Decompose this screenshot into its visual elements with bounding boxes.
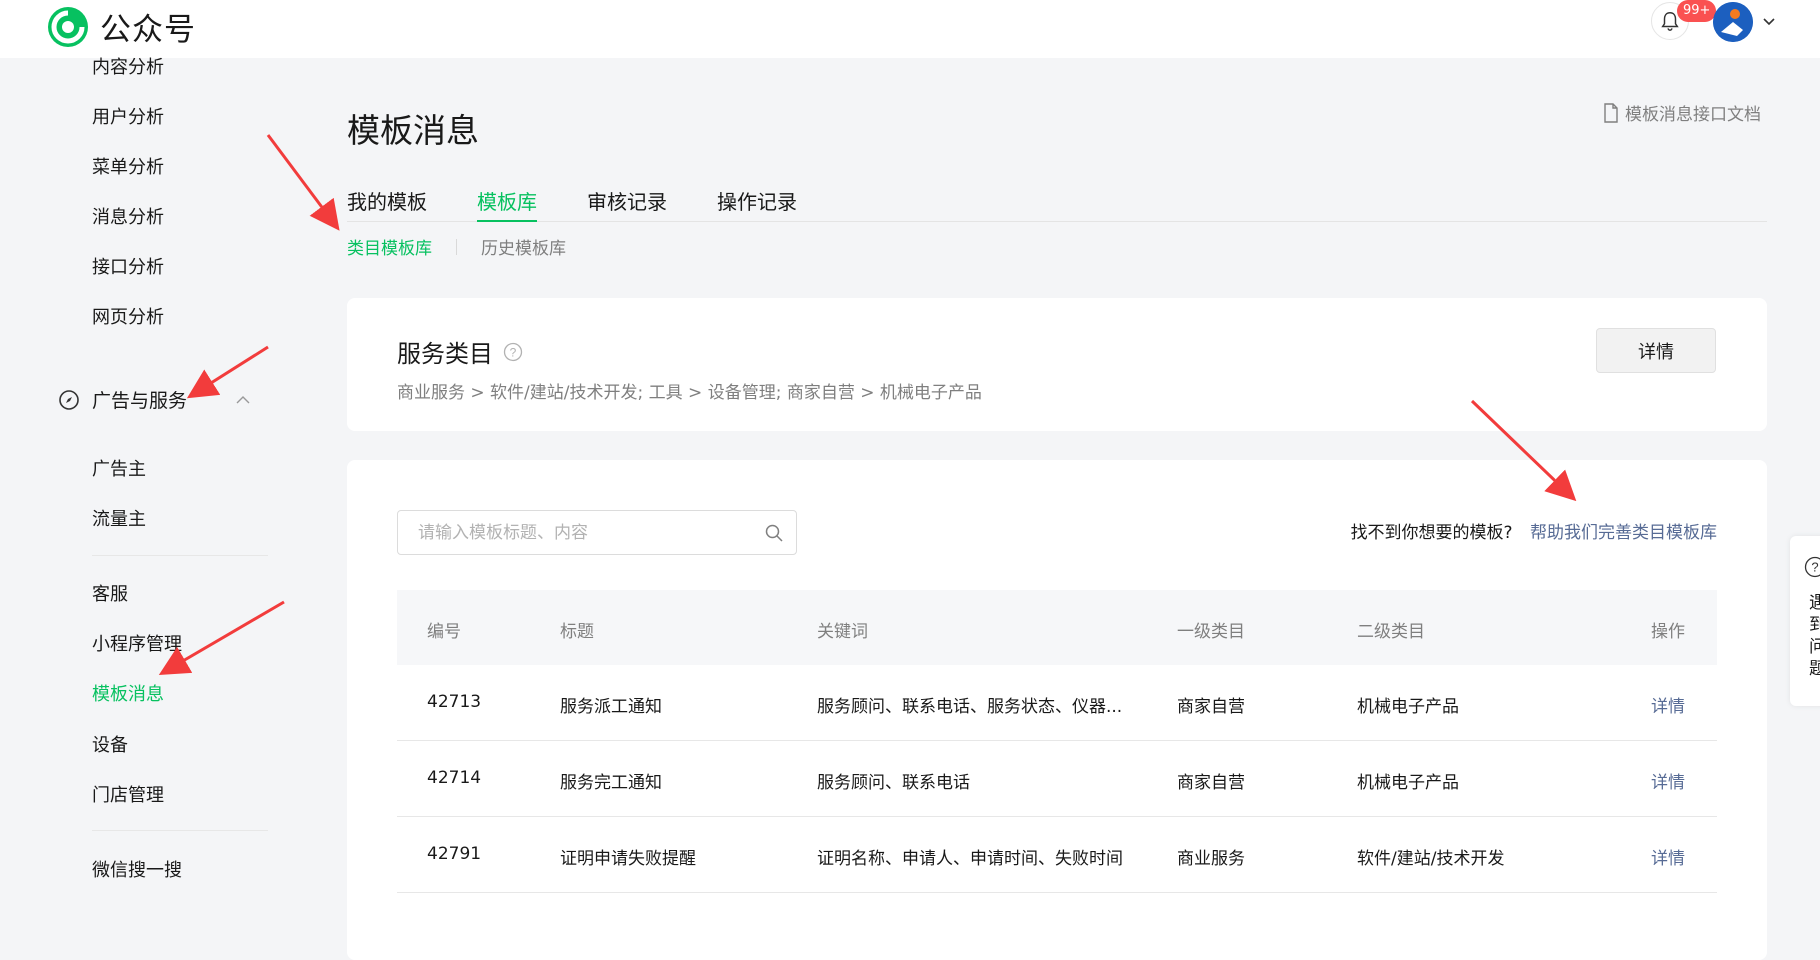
service-detail-button[interactable]: 详情 — [1596, 328, 1716, 373]
floating-help-text: 遇到问题 — [1809, 592, 1820, 680]
page-title: 模板消息 — [347, 104, 479, 152]
doc-link-label: 模板消息接口文档 — [1625, 100, 1761, 125]
subtab-divider — [456, 239, 457, 255]
sidebar-item-template-message[interactable]: 模板消息 — [92, 680, 164, 706]
avatar-image-icon — [1713, 2, 1753, 42]
sidebar-item-miniprogram[interactable]: 小程序管理 — [92, 630, 182, 656]
table-row: 42713 服务派工通知 服务顾问、联系电话、服务状态、仪器... 商家自营 机… — [397, 665, 1717, 741]
sidebar-item-webpage-analysis[interactable]: 网页分析 — [92, 303, 164, 329]
svg-text:?: ? — [510, 345, 517, 359]
help-question: 找不到你想要的模板? — [1351, 523, 1513, 543]
tab-bar: 我的模板 模板库 审核记录 操作记录 — [347, 186, 1767, 222]
logo-text: 公众号 — [100, 4, 196, 49]
sidebar-item-publisher[interactable]: 流量主 — [92, 505, 146, 531]
sidebar: 内容分析 用户分析 菜单分析 消息分析 接口分析 网页分析 广告与服务 广告主 … — [0, 58, 300, 890]
table-row: 42714 服务完工通知 服务顾问、联系电话 商家自营 机械电子产品 详情 — [397, 741, 1717, 817]
tab-my-templates[interactable]: 我的模板 — [347, 186, 427, 222]
top-bar: 公众号 99+ — [0, 0, 1820, 58]
tab-operation-records[interactable]: 操作记录 — [717, 186, 797, 222]
sidebar-item-content-analysis[interactable]: 内容分析 — [92, 53, 164, 79]
cell-id: 42713 — [427, 692, 481, 712]
cell-keywords: 证明名称、申请人、申请时间、失败时间 — [817, 844, 1123, 869]
sidebar-item-menu-analysis[interactable]: 菜单分析 — [92, 153, 164, 179]
cell-category1: 商家自营 — [1177, 692, 1245, 717]
search-icon[interactable] — [764, 523, 784, 543]
sidebar-divider — [92, 830, 268, 831]
avatar[interactable] — [1713, 2, 1753, 42]
chevron-up-icon — [235, 395, 251, 405]
cell-category1: 商业服务 — [1177, 844, 1245, 869]
sidebar-divider — [92, 555, 268, 556]
search-input[interactable] — [418, 511, 748, 554]
sidebar-item-device[interactable]: 设备 — [92, 731, 128, 757]
cell-id: 42791 — [427, 844, 481, 864]
sidebar-item-customer-service[interactable]: 客服 — [92, 580, 128, 606]
table-row: 42791 证明申请失败提醒 证明名称、申请人、申请时间、失败时间 商业服务 软… — [397, 817, 1717, 893]
help-improve-link[interactable]: 帮助我们完善类目模板库 — [1530, 523, 1717, 543]
sidebar-item-store-management[interactable]: 门店管理 — [92, 781, 164, 807]
sidebar-item-interface-analysis[interactable]: 接口分析 — [92, 253, 164, 279]
cell-title: 服务派工通知 — [560, 692, 662, 717]
column-header-action: 操作 — [1651, 617, 1685, 642]
row-detail-link[interactable]: 详情 — [1651, 768, 1685, 793]
cell-category2: 软件/建站/技术开发 — [1357, 844, 1504, 869]
sidebar-item-advertiser[interactable]: 广告主 — [92, 455, 146, 481]
logo[interactable]: 公众号 — [46, 4, 196, 49]
column-header-category1: 一级类目 — [1177, 617, 1245, 642]
subtab-category-library[interactable]: 类目模板库 — [347, 234, 432, 259]
column-header-keywords: 关键词 — [817, 617, 868, 642]
tab-review-records[interactable]: 审核记录 — [587, 186, 667, 222]
cell-category1: 商家自营 — [1177, 768, 1245, 793]
tab-template-library[interactable]: 模板库 — [477, 186, 537, 222]
row-detail-link[interactable]: 详情 — [1651, 844, 1685, 869]
service-category-card: 服务类目 ? 商业服务 > 软件/建站/技术开发; 工具 > 设备管理; 商家自… — [347, 298, 1767, 431]
service-category-title-text: 服务类目 — [397, 334, 493, 369]
document-icon — [1603, 103, 1619, 123]
help-line: 找不到你想要的模板? 帮助我们完善类目模板库 — [1351, 518, 1717, 543]
service-category-path: 商业服务 > 软件/建站/技术开发; 工具 > 设备管理; 商家自营 > 机械电… — [397, 378, 982, 403]
sidebar-item-message-analysis[interactable]: 消息分析 — [92, 203, 164, 229]
subtab-history-library[interactable]: 历史模板库 — [481, 234, 566, 259]
cell-category2: 机械电子产品 — [1357, 768, 1459, 793]
cell-category2: 机械电子产品 — [1357, 692, 1459, 717]
subtab-bar: 类目模板库 历史模板库 — [347, 234, 566, 259]
column-header-id: 编号 — [427, 617, 461, 642]
table-header: 编号 标题 关键词 一级类目 二级类目 操作 — [397, 590, 1717, 665]
cell-title: 证明申请失败提醒 — [560, 844, 696, 869]
chevron-down-icon[interactable] — [1762, 17, 1776, 27]
cell-title: 服务完工通知 — [560, 768, 662, 793]
compass-icon — [58, 389, 80, 411]
wechat-official-logo-icon — [46, 5, 90, 49]
column-header-title: 标题 — [560, 617, 594, 642]
doc-link[interactable]: 模板消息接口文档 — [1603, 100, 1761, 125]
svg-text:?: ? — [1811, 560, 1818, 575]
sidebar-group-label: 广告与服务 — [92, 386, 187, 413]
cell-keywords: 服务顾问、联系电话 — [817, 768, 970, 793]
question-circle-icon: ? — [1804, 556, 1820, 578]
help-icon[interactable]: ? — [503, 342, 523, 362]
cell-keywords: 服务顾问、联系电话、服务状态、仪器... — [817, 692, 1122, 717]
sidebar-item-wechat-search[interactable]: 微信搜一搜 — [92, 856, 182, 882]
template-table: 编号 标题 关键词 一级类目 二级类目 操作 42713 服务派工通知 服务顾问… — [397, 590, 1717, 893]
sidebar-group-ads-services[interactable]: 广告与服务 — [58, 386, 251, 413]
floating-help-tab[interactable]: ? 遇到问题 — [1790, 536, 1820, 706]
cell-id: 42714 — [427, 768, 481, 788]
notification-badge: 99+ — [1677, 0, 1716, 22]
search-box — [397, 510, 797, 555]
template-library-card: 找不到你想要的模板? 帮助我们完善类目模板库 编号 标题 关键词 一级类目 二级… — [347, 460, 1767, 960]
service-category-title: 服务类目 ? — [397, 334, 523, 369]
row-detail-link[interactable]: 详情 — [1651, 692, 1685, 717]
sidebar-item-user-analysis[interactable]: 用户分析 — [92, 103, 164, 129]
column-header-category2: 二级类目 — [1357, 617, 1425, 642]
